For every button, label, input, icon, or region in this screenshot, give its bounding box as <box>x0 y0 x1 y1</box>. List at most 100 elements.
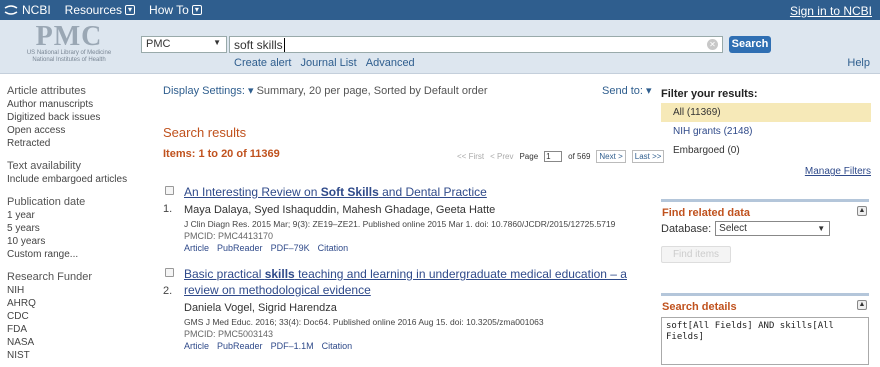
filter-open-access[interactable]: Open access <box>7 124 147 137</box>
page-label: Page <box>519 152 539 161</box>
filter-fda[interactable]: FDA <box>7 323 147 336</box>
ncbi-home-link[interactable]: NCBI <box>4 3 51 17</box>
result-title-link[interactable]: Basic practical skills teaching and lear… <box>184 266 639 298</box>
first-page-link[interactable]: << First <box>457 152 484 161</box>
filter-all[interactable]: All (11369) <box>661 103 871 122</box>
send-to-menu[interactable]: Send to: ▾ <box>602 84 652 97</box>
next-page-button[interactable]: Next > <box>596 150 626 163</box>
chevron-down-icon: ▾ <box>125 5 136 15</box>
howto-menu[interactable]: How To ▾ <box>149 3 202 17</box>
filter-retracted[interactable]: Retracted <box>7 137 147 150</box>
database-label: Database: <box>661 222 712 235</box>
filter-digitized-back-issues[interactable]: Digitized back issues <box>7 111 147 124</box>
display-settings-label: Display Settings: <box>163 85 245 97</box>
pubreader-link[interactable]: PubReader <box>217 242 263 254</box>
filter-group-title: Article attributes <box>7 85 86 97</box>
nlm-label: US National Library of Medicine <box>26 50 112 56</box>
filter-author-manuscripts[interactable]: Author manuscripts <box>7 98 147 111</box>
filter-group-publication-date: Publication date 1 year 5 years 10 years… <box>7 195 147 261</box>
chevron-down-icon: ▾ <box>646 85 652 97</box>
ncbi-top-bar: NCBI Resources ▾ How To ▾ Sign in to NCB… <box>0 0 880 20</box>
citation-link[interactable]: Citation <box>322 340 353 352</box>
filter-include-embargoed[interactable]: Include embargoed articles <box>7 173 147 186</box>
filter-results-box: Filter your results: All (11369) NIH gra… <box>661 88 871 177</box>
howto-label: How To <box>149 3 189 17</box>
find-items-button[interactable]: Find items <box>661 246 731 263</box>
last-page-button[interactable]: Last >> <box>631 150 665 163</box>
nih-label: National Institutes of Health <box>32 57 106 63</box>
search-input-value: soft skills <box>234 38 283 52</box>
pmc-header: PMC US National Library of Medicine Nati… <box>0 20 880 74</box>
display-settings-value: Summary, 20 per page, Sorted by Default … <box>256 85 488 97</box>
filter-results-title: Filter your results: <box>661 88 758 100</box>
result-item: 2. Basic practical skills teaching and l… <box>163 266 723 352</box>
filter-nist[interactable]: NIST <box>7 349 147 362</box>
search-details-portlet: Search details ▲ soft[All Fields] AND sk… <box>661 293 869 365</box>
filter-10-years[interactable]: 10 years <box>7 235 147 248</box>
search-details-textarea[interactable]: soft[All Fields] AND skills[All Fields] <box>661 317 869 365</box>
pdf-link[interactable]: PDF–1.1M <box>271 340 314 352</box>
result-links: Article PubReader PDF–79K Citation <box>184 242 723 254</box>
filter-group-title: Research Funder <box>7 271 92 283</box>
filter-1-year[interactable]: 1 year <box>7 209 147 222</box>
create-alert-link[interactable]: Create alert <box>234 57 291 69</box>
ncbi-logo-icon <box>4 5 18 15</box>
manage-filters-link[interactable]: Manage Filters <box>805 166 871 177</box>
result-citation: GMS J Med Educ. 2016; 33(4): Doc64. Publ… <box>184 317 544 327</box>
result-checkbox[interactable] <box>165 268 174 277</box>
filter-group-title: Text availability <box>7 160 81 172</box>
article-link[interactable]: Article <box>184 340 209 352</box>
result-number: 1. <box>163 203 173 215</box>
page-title: Search results <box>163 125 247 140</box>
filter-group-title: Publication date <box>7 196 86 208</box>
pubreader-link[interactable]: PubReader <box>217 340 263 352</box>
text-cursor <box>283 38 285 52</box>
send-to-label: Send to: <box>602 85 643 97</box>
search-button[interactable]: Search <box>729 36 771 53</box>
result-checkbox[interactable] <box>165 186 174 195</box>
page-number-input[interactable]: 1 <box>544 151 563 162</box>
prev-page-link[interactable]: < Prev <box>490 152 513 161</box>
pmc-logo-text: PMC <box>35 21 103 52</box>
filter-cdc[interactable]: CDC <box>7 310 147 323</box>
filter-embargoed[interactable]: Embargoed (0) <box>661 141 871 160</box>
collapse-toggle-icon[interactable]: ▲ <box>857 206 867 216</box>
filter-nih-grants: NIH grants (2148) <box>661 122 871 141</box>
result-links: Article PubReader PDF–1.1M Citation <box>184 340 723 352</box>
database-select[interactable]: PMC ▼ <box>141 36 227 53</box>
filter-custom-range[interactable]: Custom range... <box>7 248 147 261</box>
collapse-toggle-icon[interactable]: ▲ <box>857 300 867 310</box>
result-authors: Maya Dalaya, Syed Ishaquddin, Mahesh Gha… <box>184 204 496 216</box>
journal-list-link[interactable]: Journal List <box>300 57 356 69</box>
help-link[interactable]: Help <box>847 57 870 69</box>
chevron-down-icon: ▾ <box>248 85 254 97</box>
pmc-logo[interactable]: PMC US National Library of Medicine Nati… <box>4 21 134 64</box>
display-settings-menu[interactable]: Display Settings: ▾ <box>163 85 254 97</box>
result-pmcid: PMCID: PMC5003143 <box>184 329 274 339</box>
filter-nih[interactable]: NIH <box>7 284 147 297</box>
nih-grants-link[interactable]: NIH grants (2148) <box>673 126 752 137</box>
result-item: 1. An Interesting Review on Soft Skills … <box>163 184 723 254</box>
filter-ahrq[interactable]: AHRQ <box>7 297 147 310</box>
filter-group-text-availability: Text availability Include embargoed arti… <box>7 159 147 186</box>
article-link[interactable]: Article <box>184 242 209 254</box>
search-input[interactable]: soft skills ✕ <box>229 36 723 53</box>
title-text: Basic practical <box>184 267 265 281</box>
result-number: 2. <box>163 285 173 297</box>
pdf-link[interactable]: PDF–79K <box>271 242 310 254</box>
database-row: Database: Select ▼ <box>661 221 869 236</box>
clear-search-icon[interactable]: ✕ <box>707 39 718 50</box>
filter-sidebar: Article attributes Author manuscripts Di… <box>7 84 147 367</box>
filter-5-years[interactable]: 5 years <box>7 222 147 235</box>
result-pmcid: PMCID: PMC4413170 <box>184 231 274 241</box>
advanced-search-link[interactable]: Advanced <box>366 57 415 69</box>
sign-in-link[interactable]: Sign in to NCBI <box>790 4 872 18</box>
resources-menu[interactable]: Resources ▾ <box>65 3 136 17</box>
results-main: Display Settings: ▾ Summary, 20 per page… <box>163 84 665 351</box>
result-title-link[interactable]: An Interesting Review on Soft Skills and… <box>184 184 723 200</box>
related-database-select[interactable]: Select ▼ <box>715 221 831 236</box>
citation-link[interactable]: Citation <box>318 242 349 254</box>
page-total: of 569 <box>568 152 591 161</box>
dropdown-arrow-icon: ▼ <box>817 224 826 233</box>
filter-nasa[interactable]: NASA <box>7 336 147 349</box>
